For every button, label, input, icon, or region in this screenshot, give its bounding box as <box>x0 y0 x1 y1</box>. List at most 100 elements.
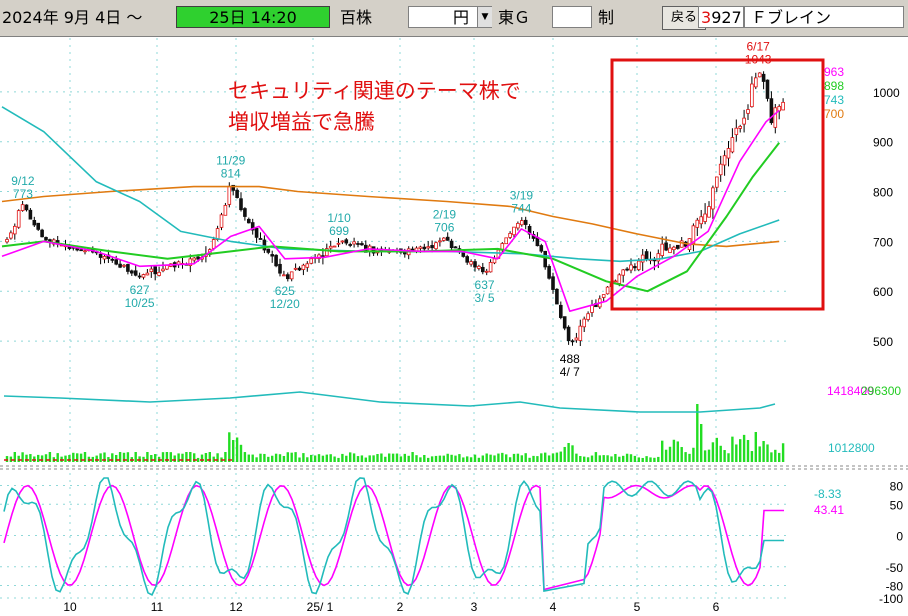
x-tick-label: 2 <box>397 600 404 614</box>
candle-body <box>149 268 154 273</box>
volume-bar <box>68 454 71 462</box>
volume-bar <box>727 453 730 462</box>
volume-bar <box>641 457 644 462</box>
callout-date: 10/25 <box>125 296 155 310</box>
date-end-field[interactable]: 25日 14:20 <box>176 6 330 28</box>
candle-body <box>270 254 274 257</box>
volume-bar <box>321 455 325 462</box>
candle-body <box>328 245 333 249</box>
candle-body <box>360 243 364 246</box>
dropdown-arrow-icon[interactable]: ▼ <box>477 7 492 27</box>
candle-body <box>516 223 520 229</box>
volume-bar <box>657 456 660 462</box>
volume-bar <box>758 446 761 462</box>
volume-bar <box>715 437 718 462</box>
volume-bar <box>423 454 426 462</box>
candle-body <box>613 280 618 283</box>
candle-body <box>79 249 83 252</box>
volume-bar <box>485 453 488 462</box>
candle-body <box>699 216 703 225</box>
volume-bar <box>271 455 274 462</box>
candle-body <box>305 263 310 268</box>
callout-price: 706 <box>434 220 454 234</box>
candle-body <box>473 261 477 268</box>
volume-bar <box>637 457 640 462</box>
candle-body <box>114 259 119 265</box>
market-field[interactable] <box>552 6 592 28</box>
candle-body <box>738 126 742 129</box>
candle-body <box>344 239 349 244</box>
candle-body <box>707 206 711 218</box>
x-tick-label: 6 <box>713 600 720 614</box>
price-tick-label: 600 <box>873 285 893 299</box>
volume-bar <box>524 453 527 462</box>
candle-body <box>469 261 473 265</box>
stoch-d-line <box>3 484 784 591</box>
volume-bar <box>614 454 617 462</box>
candle-body <box>282 274 286 277</box>
volume-bar <box>278 454 282 462</box>
ma-readout: 963 <box>824 65 844 79</box>
volume-bar <box>376 454 379 462</box>
candle-body <box>761 73 766 82</box>
volume-bar <box>341 453 344 462</box>
candle-body <box>165 264 169 270</box>
stock-code-field[interactable]: 3927 <box>698 6 744 28</box>
volume-bar <box>372 455 375 462</box>
candle-body <box>196 256 200 260</box>
volume-bar <box>684 452 687 462</box>
candle-body <box>664 242 668 251</box>
volume-bar <box>766 444 769 462</box>
volume-bar <box>493 455 496 462</box>
candle-body <box>543 250 547 268</box>
candle-body <box>484 270 489 273</box>
volume-bar <box>138 456 141 462</box>
annotation-line-1: セキュリティ関連のテーマ株で <box>228 80 521 103</box>
volume-bar <box>594 452 598 462</box>
volume-bar <box>520 455 523 462</box>
price-tick-label: 900 <box>873 136 893 150</box>
volume-bar <box>415 455 418 462</box>
volume-bar <box>586 457 590 462</box>
price-tick-label: 700 <box>873 235 893 249</box>
candle-body <box>44 237 48 241</box>
x-tick-label: 5 <box>634 600 641 614</box>
volume-ma-readout: 1012800 <box>828 441 875 455</box>
candle-body <box>765 79 770 99</box>
x-tick-label: 3 <box>471 600 478 614</box>
volume-bar <box>286 452 289 462</box>
candle-body <box>98 253 103 258</box>
candle-body <box>551 276 555 290</box>
candle-body <box>262 239 267 251</box>
osc-tick-label: 80 <box>890 480 904 494</box>
callout-price: 488 <box>560 352 580 366</box>
stoch-k-readout: -8.33 <box>814 487 842 501</box>
volume-bar <box>282 455 286 462</box>
volume-readout-right: 296300 <box>861 384 901 398</box>
price-tick-label: 800 <box>873 186 893 200</box>
candle-body <box>9 232 13 239</box>
candle-body <box>36 222 40 230</box>
volume-bar <box>563 446 566 462</box>
candle-body <box>488 262 493 273</box>
volume-bar <box>333 456 336 462</box>
candle-body <box>512 226 516 236</box>
candle-body <box>621 269 625 276</box>
volume-bar <box>263 453 266 462</box>
candle-body <box>266 248 271 253</box>
volume-bar <box>255 457 258 462</box>
volume-bar <box>228 432 231 462</box>
volume-bar <box>547 455 551 462</box>
annotation-line-2: 増収増益で急騰 <box>228 111 375 134</box>
volume-bar <box>477 457 481 462</box>
volume-bar <box>590 455 594 462</box>
candle-body <box>40 229 44 238</box>
volume-bar <box>274 453 278 462</box>
candle-body <box>566 326 571 342</box>
candle-body <box>625 268 629 271</box>
volume-bar <box>349 452 352 462</box>
candle-body <box>141 274 146 278</box>
volume-bar <box>739 439 742 462</box>
candle-body <box>640 254 645 263</box>
volume-bar <box>746 440 750 462</box>
